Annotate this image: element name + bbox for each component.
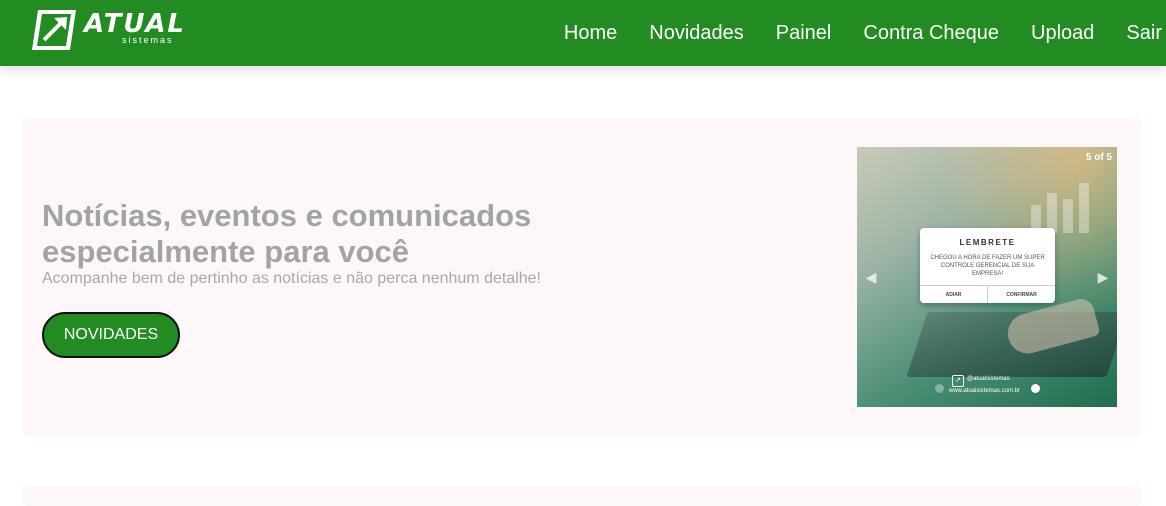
popup-title: LEMBRETE bbox=[959, 238, 1016, 247]
reminder-popup: LEMBRETE CHEGOU A HORA DE FAZER UM SUPER… bbox=[920, 228, 1055, 303]
nav-sair[interactable]: Sair bbox=[1126, 22, 1162, 45]
logo-name: ATUAL bbox=[84, 9, 187, 39]
slide-counter: 5 of 5 bbox=[1085, 152, 1112, 163]
chevron-right-icon[interactable]: ▶ bbox=[1093, 267, 1113, 287]
social-handle: @atualsistemas bbox=[967, 376, 1010, 382]
nav-upload[interactable]: Upload bbox=[1031, 22, 1094, 45]
carousel-dot-active[interactable] bbox=[1031, 384, 1040, 393]
carousel-dot[interactable] bbox=[935, 384, 944, 393]
brand-logo[interactable]: ATUAL sistemas bbox=[30, 6, 190, 54]
novidades-button[interactable]: NOVIDADES bbox=[42, 312, 180, 358]
next-section bbox=[22, 486, 1142, 506]
chart-decoration-icon bbox=[1031, 183, 1089, 233]
website-text: www.atualsistemas.com.br bbox=[949, 388, 1021, 394]
popup-actions: ADIAR CONFIRMAR bbox=[920, 285, 1055, 303]
nav-painel[interactable]: Painel bbox=[776, 22, 832, 45]
hero-title: Notícias, eventos e comunicados especial… bbox=[42, 198, 532, 269]
main-nav: Home Novidades Painel Contra Cheque Uplo… bbox=[564, 0, 1166, 66]
nav-contra-cheque[interactable]: Contra Cheque bbox=[863, 22, 999, 45]
logo-arrow-icon bbox=[32, 10, 76, 50]
nav-home[interactable]: Home bbox=[564, 22, 617, 45]
nav-novidades[interactable]: Novidades bbox=[649, 22, 744, 45]
hero-section: Notícias, eventos e comunicados especial… bbox=[22, 118, 1142, 436]
top-navbar: ATUAL sistemas Home Novidades Painel Con… bbox=[0, 0, 1166, 66]
chevron-left-icon[interactable]: ◀ bbox=[861, 267, 881, 287]
news-carousel[interactable]: 5 of 5 LEMBRETE CHEGOU A HORA DE FAZER U… bbox=[857, 147, 1117, 407]
logo-tagline: sistemas bbox=[122, 35, 174, 45]
hero-subtitle: Acompanhe bem de pertinho as notícias e … bbox=[42, 270, 541, 287]
brand-mark-icon: ↗ bbox=[952, 375, 964, 387]
popup-text: CHEGOU A HORA DE FAZER UM SUPER CONTROLE… bbox=[930, 255, 1045, 277]
popup-cancel-label: ADIAR bbox=[945, 292, 962, 298]
popup-confirm-label: CONFIRMAR bbox=[987, 286, 1055, 303]
